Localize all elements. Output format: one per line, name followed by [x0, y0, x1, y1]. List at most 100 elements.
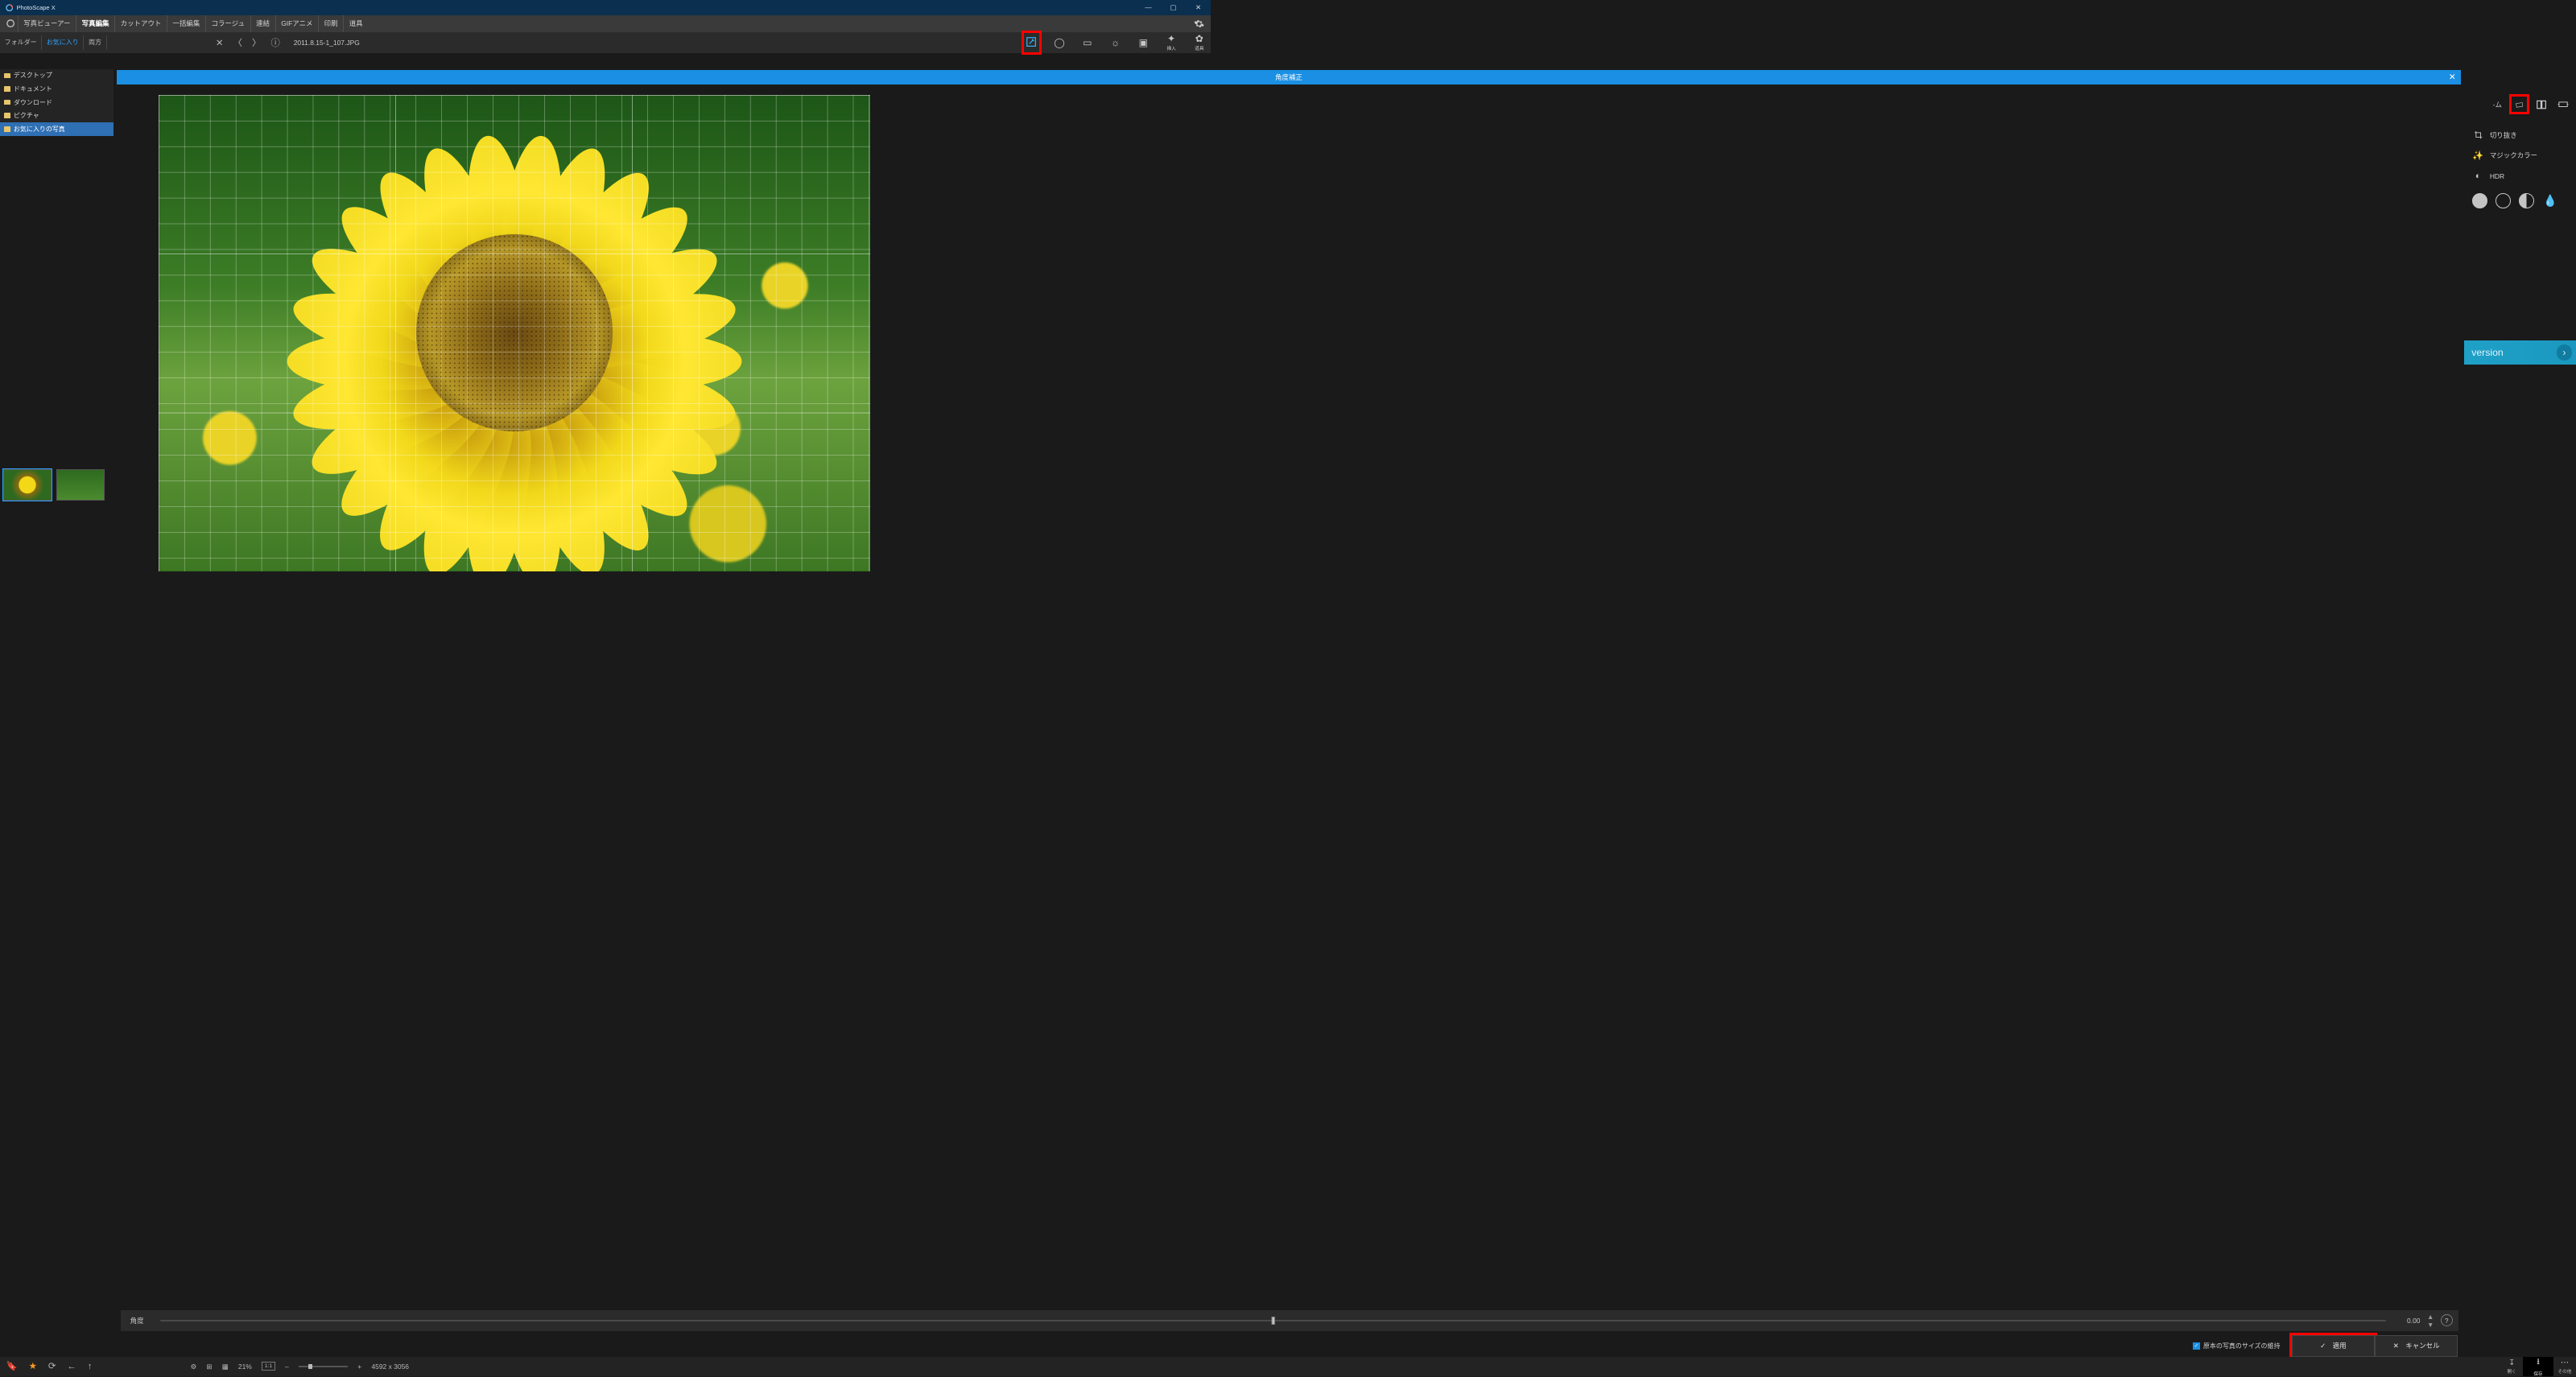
sb-documents[interactable]: ドキュメント [0, 82, 114, 96]
other-button[interactable]: ⋯その他 [2553, 1358, 2576, 1375]
open-button[interactable]: ↧開く [2500, 1358, 2523, 1375]
circle-icon: ◯ [1054, 38, 1065, 47]
tool-color[interactable]: ◯ [1052, 33, 1067, 52]
refresh-icon[interactable]: ⟳ [48, 1361, 56, 1371]
prev-file-icon[interactable]: 〈 [233, 36, 242, 49]
angle-value: 0.00 [2394, 1317, 2421, 1325]
close-file-icon[interactable]: ✕ [216, 38, 223, 48]
secondary-bar: フォルダー お気に入り 両方 ✕ 〈 〉 ⓘ 2011.8.15-1_107.J… [0, 32, 1211, 52]
save-button[interactable]: ⭳保存 [2523, 1357, 2553, 1376]
rp-crop[interactable]: 切り抜き [2464, 125, 2576, 145]
checkbox-icon: ✓ [2193, 1342, 2200, 1350]
grid-overlay-major [159, 95, 870, 571]
folder-sidebar: デスクトップ ドキュメント ダウンロード ピクチャ お気に入りの写真 [0, 69, 114, 136]
menu-collage[interactable]: コラージュ [205, 15, 250, 33]
apply-button[interactable]: ✓ 適用 [2292, 1335, 2375, 1356]
tool-resize[interactable] [2556, 97, 2571, 112]
tool-insert[interactable]: ✦挿入 [1164, 33, 1179, 52]
cancel-button[interactable]: ✕ キャンセル [2375, 1335, 2458, 1356]
up-icon[interactable]: ↑ [88, 1362, 93, 1371]
menu-viewer[interactable]: 写真ビューアー [18, 15, 76, 33]
angle-knob[interactable] [1271, 1317, 1275, 1324]
menu-batch[interactable]: 一括編集 [167, 15, 205, 33]
tool-edit[interactable] [1024, 33, 1039, 52]
modal-button-row: ✓ 原本の写真のサイズの維持 ✓ 適用 ✕ キャンセル [2193, 1335, 2458, 1356]
loc-tab-both[interactable]: 両方 [84, 35, 106, 51]
rp-hdr[interactable]: ◐ HDR [2464, 166, 2576, 186]
sb-label: ピクチャ [14, 111, 39, 120]
next-file-icon[interactable]: 〉 [252, 36, 261, 49]
home-icon[interactable] [3, 17, 18, 31]
gear-icon[interactable] [1192, 17, 1206, 31]
loc-tab-folder[interactable]: フォルダー [0, 35, 42, 51]
help-icon[interactable]: ? [2441, 1314, 2453, 1326]
window-minimize-icon[interactable]: — [1136, 0, 1161, 15]
tool-film[interactable]: ▭ [1080, 33, 1095, 52]
zoom-in-icon[interactable]: + [357, 1363, 361, 1371]
grid-icon[interactable]: ⊞ [206, 1363, 212, 1371]
menu-editor[interactable]: 写真編集 [76, 15, 114, 33]
tone-outline[interactable] [2496, 193, 2511, 208]
angle-slider[interactable] [160, 1320, 2386, 1322]
image-canvas[interactable] [159, 95, 870, 571]
menu-tools[interactable]: 道具 [343, 15, 368, 33]
keep-size-checkbox[interactable]: ✓ 原本の写真のサイズの維持 [2193, 1342, 2281, 1350]
tool-straighten[interactable] [2512, 97, 2527, 112]
cancel-label: キャンセル [2405, 1341, 2439, 1350]
menu-cutout[interactable]: カットアウト [114, 15, 167, 33]
version-banner[interactable]: version › [2464, 340, 2576, 365]
bookmark-icon[interactable]: 🔖 [6, 1361, 18, 1371]
tool-rotate[interactable]: -ム [2490, 97, 2505, 112]
menu-combine[interactable]: 連結 [250, 15, 275, 33]
window-close-icon[interactable]: ✕ [1186, 0, 1211, 15]
info-icon[interactable]: ⓘ [271, 36, 280, 49]
sb-label: お気に入りの写真 [14, 125, 65, 134]
folder-icon [4, 86, 10, 92]
star-icon[interactable]: ★ [29, 1361, 37, 1371]
nav-icon[interactable]: ▦ [222, 1363, 229, 1371]
gear2-icon[interactable]: ⚙ [191, 1363, 197, 1371]
angle-stepper[interactable]: ▲▼ [2427, 1313, 2434, 1329]
rp-hdr-label: HDR [2490, 172, 2504, 180]
angle-bar: 角度 0.00 ▲▼ ? [121, 1310, 2458, 1330]
tone-half[interactable] [2519, 193, 2534, 208]
rp-crop-label: 切り抜き [2490, 130, 2517, 140]
zoom-pct: 21% [238, 1363, 252, 1371]
main-menu: 写真ビューアー 写真編集 カットアウト 一括編集 コラージュ 連結 GIFアニメ… [0, 15, 1211, 33]
save-icon: ⭳ [2537, 1355, 2540, 1370]
menu-gif[interactable]: GIFアニメ [275, 15, 318, 33]
image-dimensions: 4592 x 3056 [371, 1363, 409, 1371]
tool-frame[interactable]: ▣ [1136, 33, 1151, 52]
sb-downloads[interactable]: ダウンロード [0, 96, 114, 109]
zoom-slider[interactable] [299, 1366, 348, 1367]
tool-light[interactable]: ☼ [1108, 33, 1123, 52]
modal-close-icon[interactable]: ✕ [2449, 72, 2456, 82]
folder-icon [4, 73, 10, 79]
back-icon[interactable]: ← [67, 1362, 76, 1371]
app-bottom-bar: 🔖 ★ ⟳ ← ↑ ⚙ ⊞ ▦ 21% 1:1 – + 4592 x 3056 … [0, 1357, 2576, 1376]
straighten-modal-title: 角度補正 ✕ [117, 70, 2461, 85]
titlebar: PhotoScape X — ▢ ✕ [0, 0, 1211, 15]
thumbnail-1[interactable] [3, 469, 52, 501]
ratio-badge[interactable]: 1:1 [262, 1362, 275, 1371]
drop-icon[interactable]: 💧 [2543, 193, 2558, 208]
tool-mirror[interactable] [2533, 97, 2549, 112]
rp-magic-label: マジックカラー [2490, 150, 2537, 160]
modal-title-text: 角度補正 [1275, 72, 1302, 82]
frame-icon: ▣ [1139, 38, 1149, 47]
wand-icon: ✨ [2472, 150, 2483, 161]
chevron-right-icon: › [2557, 344, 2573, 361]
tone-full[interactable] [2472, 193, 2487, 208]
sb-fav-photos[interactable]: お気に入りの写真 [0, 122, 114, 136]
tool-tools[interactable]: ✿道具 [1192, 33, 1208, 52]
sb-desktop[interactable]: デスクトップ [0, 69, 114, 83]
right-edit-panel: 切り抜き ✨ マジックカラー ◐ HDR 💧 [2464, 125, 2576, 215]
loc-tab-fav[interactable]: お気に入り [42, 35, 84, 51]
rp-magic-color[interactable]: ✨ マジックカラー [2464, 145, 2576, 166]
sb-pictures[interactable]: ピクチャ [0, 109, 114, 122]
window-maximize-icon[interactable]: ▢ [1161, 0, 1186, 15]
thumbnail-2[interactable] [56, 469, 105, 501]
zoom-out-icon[interactable]: – [285, 1363, 289, 1371]
menu-print[interactable]: 印刷 [318, 15, 343, 33]
folder-icon [4, 100, 10, 105]
